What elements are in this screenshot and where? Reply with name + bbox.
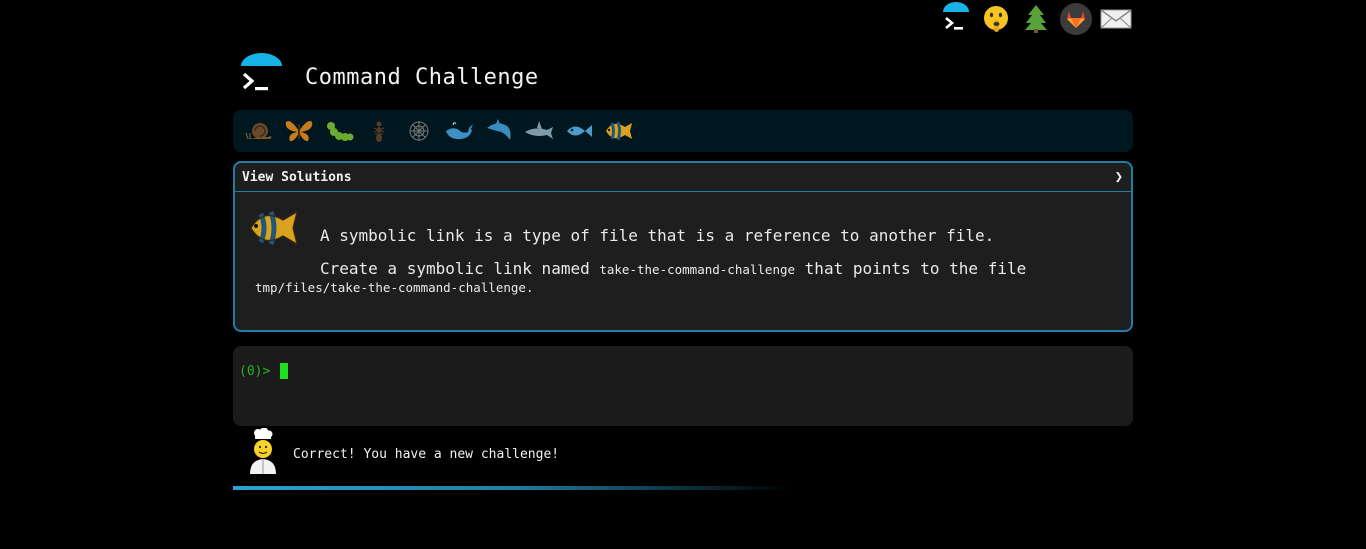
dolphin-icon[interactable]	[479, 113, 519, 149]
terminal[interactable]: (0)>	[233, 346, 1133, 426]
prompt-text: (0)>	[239, 363, 271, 379]
whale-icon[interactable]	[439, 113, 479, 149]
challenge-card: View Solutions ❯ A symbolic link is a ty…	[233, 161, 1133, 332]
task-middle: that points to the file	[804, 259, 1027, 278]
view-solutions-toggle[interactable]: View Solutions ❯	[235, 163, 1131, 192]
tropical-fish-icon[interactable]	[599, 113, 639, 149]
chef-icon	[246, 427, 278, 478]
terminal-prompt: (0)>	[239, 363, 289, 379]
shushing-face-icon[interactable]	[976, 0, 1016, 38]
terminal-cursor[interactable]	[280, 363, 289, 379]
shark-icon[interactable]	[519, 113, 559, 149]
ant-icon[interactable]	[359, 113, 399, 149]
target-path-code: tmp/files/take-the-command-challenge	[255, 280, 526, 295]
status-message: Correct! You have a new challenge!	[293, 446, 560, 462]
task-suffix: .	[525, 280, 534, 295]
butterfly-icon[interactable]	[279, 113, 319, 149]
challenge-task-line: Create a symbolic link named take-the-co…	[320, 259, 1026, 278]
fish-icon[interactable]	[559, 113, 599, 149]
caterpillar-icon[interactable]	[319, 113, 359, 149]
tropical-fish-icon	[247, 206, 303, 256]
top-nav	[936, 0, 1136, 40]
challenge-target-line: tmp/files/take-the-command-challenge.	[255, 280, 533, 295]
challenge-intro: A symbolic link is a type of file that i…	[320, 226, 995, 245]
level-bar	[233, 110, 1133, 152]
progress-bar	[233, 486, 793, 490]
snail-icon[interactable]	[239, 113, 279, 149]
task-prefix: Create a symbolic link named	[320, 259, 590, 278]
mail-icon[interactable]	[1096, 0, 1136, 38]
header: Command Challenge	[237, 47, 539, 107]
app-logo-icon[interactable]	[237, 52, 283, 102]
view-solutions-label: View Solutions	[242, 169, 352, 185]
status-area: Correct! You have a new challenge!	[246, 427, 560, 478]
terminal-logo-icon[interactable]	[936, 0, 976, 38]
gitlab-icon[interactable]	[1056, 0, 1096, 38]
tree-icon[interactable]	[1016, 0, 1056, 38]
chevron-right-icon: ❯	[1114, 169, 1123, 185]
page-title: Command Challenge	[305, 64, 539, 90]
spider-web-icon[interactable]	[399, 113, 439, 149]
link-name-code: take-the-command-challenge	[599, 262, 796, 277]
